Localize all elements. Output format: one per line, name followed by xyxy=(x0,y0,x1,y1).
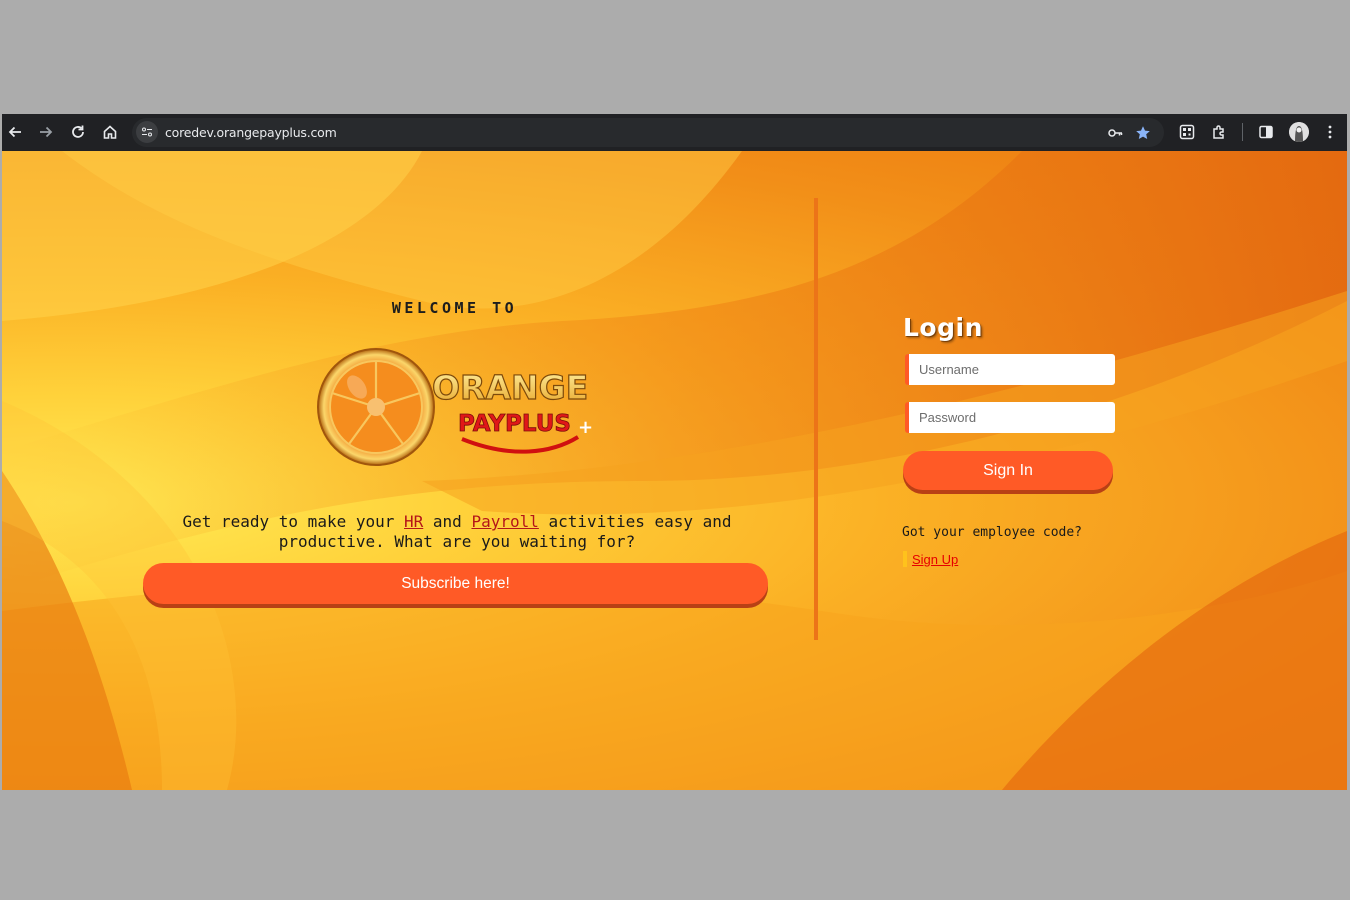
toolbar-separator xyxy=(1242,123,1243,141)
site-info-icon[interactable] xyxy=(136,121,158,143)
password-key-icon[interactable] xyxy=(1104,122,1126,144)
login-page: WELCOME TO ORANGE PAYPLUS + Get ready to… xyxy=(2,151,1347,790)
sign-in-button[interactable]: Sign In xyxy=(903,451,1113,490)
reload-icon[interactable] xyxy=(65,120,91,144)
vertical-divider xyxy=(814,198,818,640)
sign-up-link[interactable]: Sign Up xyxy=(912,552,958,567)
sign-up-container: Sign Up xyxy=(903,551,958,567)
extensions-icon[interactable] xyxy=(1206,120,1232,144)
forward-icon[interactable] xyxy=(33,120,59,144)
welcome-heading: WELCOME TO xyxy=(391,299,518,317)
logo-text-orange: ORANGE xyxy=(432,368,588,407)
address-bar[interactable]: coredev.orangepayplus.com xyxy=(132,118,1164,147)
url-text[interactable]: coredev.orangepayplus.com xyxy=(165,125,337,140)
back-icon[interactable] xyxy=(2,120,28,144)
menu-kebab-icon[interactable] xyxy=(1317,120,1343,144)
bookmark-star-icon[interactable] xyxy=(1132,122,1154,144)
subscribe-button[interactable]: Subscribe here! xyxy=(143,563,768,604)
browser-toolbar: coredev.orangepayplus.com xyxy=(2,114,1347,151)
hr-link[interactable]: HR xyxy=(404,512,423,531)
password-input[interactable] xyxy=(905,402,1115,433)
qr-code-icon[interactable] xyxy=(1174,120,1200,144)
orange-payplus-logo: ORANGE PAYPLUS + xyxy=(317,348,593,466)
employee-code-question: Got your employee code? xyxy=(902,525,1083,540)
logo-text-payplus: PAYPLUS xyxy=(458,411,571,437)
home-icon[interactable] xyxy=(97,120,123,144)
logo-plus: + xyxy=(578,417,593,438)
login-title: Login xyxy=(903,313,983,342)
profile-avatar[interactable] xyxy=(1289,122,1309,142)
background-waves xyxy=(2,151,1347,790)
side-panel-icon[interactable] xyxy=(1253,120,1279,144)
browser-window: coredev.orangepayplus.com WELCOME TO ORA… xyxy=(2,114,1347,790)
tagline: Get ready to make your HR and Payroll ac… xyxy=(182,512,732,551)
payroll-link[interactable]: Payroll xyxy=(471,512,538,531)
username-input[interactable] xyxy=(905,354,1115,385)
